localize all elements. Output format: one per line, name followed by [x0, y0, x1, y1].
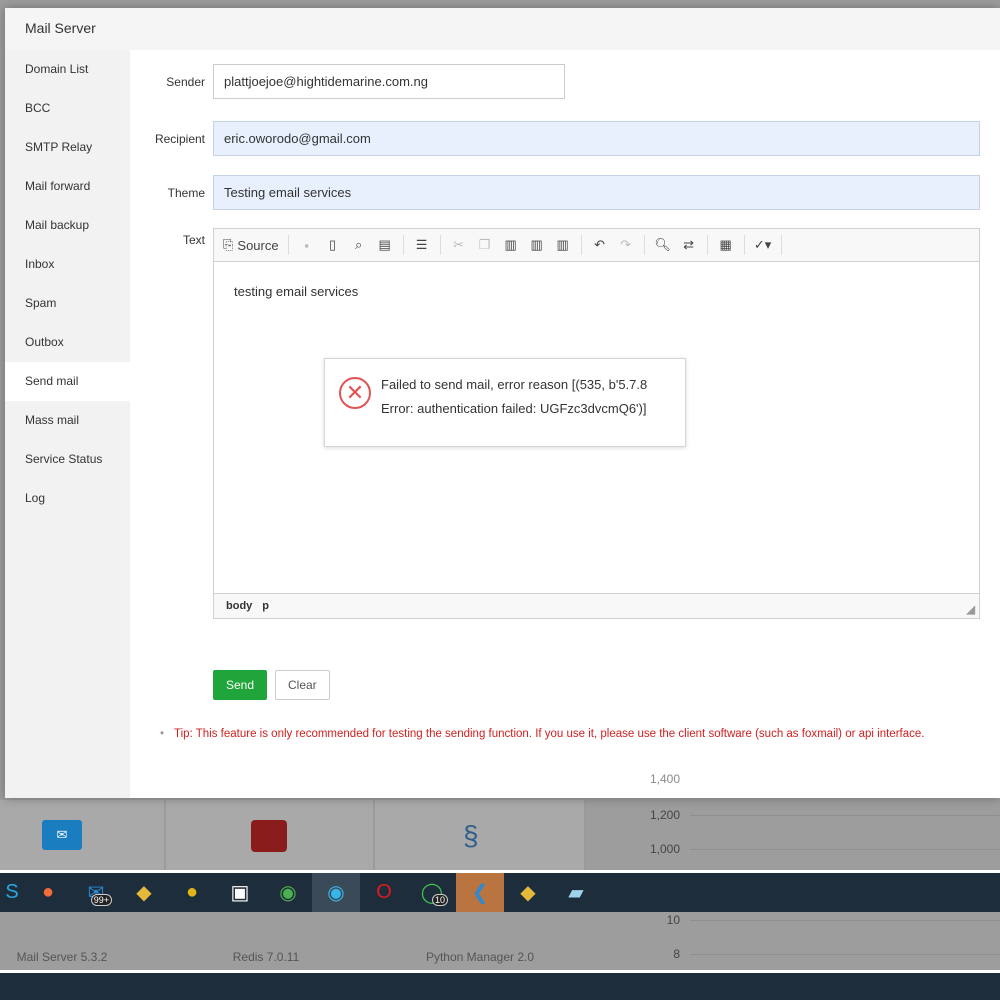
path-body[interactable]: body: [226, 600, 252, 612]
redis-icon: [251, 820, 287, 852]
sidebar-item-bcc[interactable]: BCC: [5, 89, 130, 128]
find-icon[interactable]: 🔍︎: [651, 233, 675, 257]
send-button[interactable]: Send: [213, 670, 268, 700]
whatsapp-badge: 10: [431, 894, 448, 906]
sidebar-item-outbox[interactable]: Outbox: [5, 323, 130, 362]
save-icon[interactable]: ▪: [295, 233, 319, 257]
error-line-1: Failed to send mail, error reason [(535,…: [381, 377, 648, 392]
axis-tick: 1,400: [649, 772, 680, 786]
recipient-label: Recipient: [154, 131, 205, 146]
replace-icon[interactable]: ⇄: [677, 233, 701, 257]
sidebar-item-send-mail[interactable]: Send mail: [5, 362, 130, 401]
sidebar-item-smtp-relay[interactable]: SMTP Relay: [5, 128, 130, 167]
source-label: Source: [237, 237, 279, 253]
paste-icon[interactable]: ▥: [499, 233, 523, 257]
error-message-dialog: ✕ Failed to send mail, error reason [(53…: [324, 358, 686, 447]
paste-word-icon[interactable]: ▥: [551, 233, 575, 257]
sidebar-item-log[interactable]: Log: [5, 479, 130, 518]
app-label: Mail Server 5.3.2: [16, 950, 108, 964]
postman-icon[interactable]: ●: [24, 873, 72, 912]
filezilla-icon[interactable]: ●: [168, 873, 216, 912]
spellcheck-icon[interactable]: ✓▾: [751, 233, 775, 257]
skype-icon[interactable]: S: [0, 873, 24, 912]
app-label: Python Manager 2.0: [425, 950, 535, 964]
text-label: Text: [182, 233, 205, 247]
cut-icon[interactable]: ✂: [447, 233, 471, 257]
sender-input[interactable]: plattjoejoe@hightidemarine.com.ng: [213, 64, 565, 99]
sidebar: Domain List BCC SMTP Relay Mail forward …: [5, 50, 130, 798]
mail-app-icon[interactable]: ✉ 99+: [72, 873, 120, 912]
print-icon[interactable]: ▤: [373, 233, 397, 257]
theme-label: Theme: [167, 185, 205, 200]
tip-text: Tip: This feature is only recommended fo…: [160, 728, 924, 740]
vscode-icon[interactable]: ❮: [456, 873, 504, 912]
axis-tick: 1,200: [649, 808, 680, 822]
mail-icon: ✉: [42, 820, 82, 850]
modal-title: Mail Server: [5, 8, 1000, 50]
recipient-input[interactable]: eric.oworodo@gmail.com: [213, 121, 980, 156]
app-card-redis: [166, 800, 374, 870]
paste-text-icon[interactable]: ▥: [525, 233, 549, 257]
python-icon: §: [463, 820, 479, 851]
axis-tick: 8: [673, 947, 680, 961]
app-card-mail: ✉: [0, 800, 165, 870]
sidebar-item-mail-forward[interactable]: Mail forward: [5, 167, 130, 206]
source-icon: ⎘: [223, 237, 234, 252]
sender-label: Sender: [166, 74, 205, 89]
whatsapp-icon[interactable]: ◯ 10: [408, 873, 456, 912]
error-x-icon: ✕: [339, 377, 371, 409]
preview-icon[interactable]: ⌕: [347, 233, 371, 257]
copy-icon[interactable]: ❐: [473, 233, 497, 257]
sidebar-item-inbox[interactable]: Inbox: [5, 245, 130, 284]
notepad-icon[interactable]: ▰: [552, 873, 600, 912]
path-p[interactable]: p: [262, 600, 269, 612]
opera-icon[interactable]: O: [360, 873, 408, 912]
app-label: Redis 7.0.11: [232, 950, 300, 964]
axis-tick: 10: [666, 913, 680, 927]
new-page-icon[interactable]: ▯: [321, 233, 345, 257]
taskbar: S ● ✉ 99+ ◆ ● ▣ ◉ ◉ O ◯ 10 ❮ ◆ ▰: [0, 870, 1000, 912]
editor-toolbar: ⎘ Source ▪ ▯ ⌕ ▤ ☰ ✂ ❐ ▥ ▥ ▥ ↶ ↷ 🔍︎ ⇄ ▦ ✓…: [214, 229, 979, 262]
editor-element-path: body p ◢: [214, 593, 979, 618]
chrome-icon[interactable]: ◉: [264, 873, 312, 912]
sidebar-item-service-status[interactable]: Service Status: [5, 440, 130, 479]
app-icon[interactable]: ◆: [120, 873, 168, 912]
sidebar-item-spam[interactable]: Spam: [5, 284, 130, 323]
sidebar-item-mail-backup[interactable]: Mail backup: [5, 206, 130, 245]
app-card-python: §: [375, 800, 585, 870]
mail-badge: 99+: [90, 894, 112, 906]
redo-icon[interactable]: ↷: [614, 233, 638, 257]
error-line-2: Error: authentication failed: UGFzc3dvcm…: [381, 401, 647, 416]
sidebar-item-mass-mail[interactable]: Mass mail: [5, 401, 130, 440]
clear-button[interactable]: Clear: [275, 670, 330, 700]
source-button[interactable]: ⎘ Source: [220, 233, 282, 257]
edge-icon[interactable]: ◉: [312, 873, 360, 912]
resize-handle-icon[interactable]: ◢: [967, 603, 975, 616]
mail-server-modal: Mail Server Domain List BCC SMTP Relay M…: [5, 8, 1000, 798]
store-icon[interactable]: ▣: [216, 873, 264, 912]
app-icon[interactable]: ◆: [504, 873, 552, 912]
select-all-icon[interactable]: ▦: [714, 233, 738, 257]
taskbar-duplicate: [0, 970, 1000, 1000]
theme-input[interactable]: Testing email services: [213, 175, 980, 210]
sidebar-item-domain-list[interactable]: Domain List: [5, 50, 130, 89]
axis-tick: 1,000: [649, 842, 680, 856]
templates-icon[interactable]: ☰: [410, 233, 434, 257]
undo-icon[interactable]: ↶: [588, 233, 612, 257]
